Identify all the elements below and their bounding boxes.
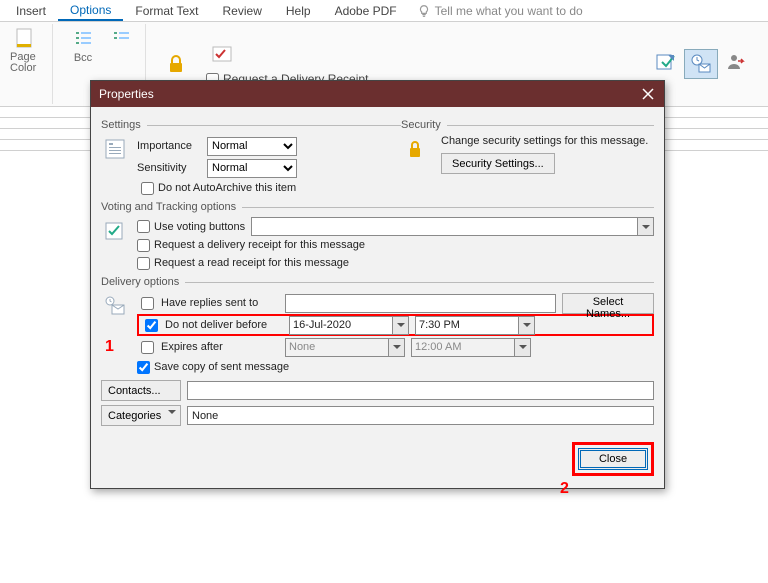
settings-icon (101, 135, 129, 163)
close-icon[interactable] (640, 86, 656, 102)
lightbulb-icon (417, 4, 431, 18)
read-receipt-checkbox[interactable]: Request a read receipt for this message (137, 254, 654, 272)
delivery-icon (101, 292, 129, 320)
categories-field[interactable]: None (187, 406, 654, 425)
from-icon (109, 26, 133, 50)
autoarchive-label: Do not AutoArchive this item (158, 182, 296, 194)
use-voting-label: Use voting buttons (154, 221, 245, 233)
categories-label: Categories (108, 410, 161, 422)
tell-me[interactable]: Tell me what you want to do (417, 4, 583, 18)
read-receipt-label: Request a read receipt for this message (154, 257, 349, 269)
tracking-icon-button[interactable] (206, 42, 238, 70)
person-arrow-icon (724, 51, 748, 75)
tab-options[interactable]: Options (58, 0, 123, 21)
sensitivity-select[interactable]: Normal (207, 159, 297, 178)
ribbon-tabs: Insert Options Format Text Review Help A… (0, 0, 768, 22)
direct-replies-button[interactable] (720, 49, 752, 79)
expires-date-combo: None (285, 338, 405, 357)
encrypt-button[interactable] (160, 50, 192, 78)
voting-legend: Voting and Tracking options (101, 201, 236, 213)
vote-icon (210, 44, 234, 68)
do-not-deliver-label: Do not deliver before (165, 319, 267, 331)
deliver-date-combo[interactable]: 16-Jul-2020 (289, 316, 409, 335)
contacts-button[interactable]: Contacts... (101, 380, 181, 401)
save-arrow-icon (654, 51, 678, 75)
save-copy-checkbox[interactable]: Save copy of sent message (137, 358, 654, 376)
voting-combo[interactable] (251, 217, 654, 236)
settings-legend: Settings (101, 119, 141, 131)
delivery-legend: Delivery options (101, 276, 179, 288)
delay-delivery-button[interactable] (684, 49, 718, 79)
voting-icon (101, 217, 129, 245)
contacts-field[interactable] (187, 381, 654, 400)
dialog-title: Properties (99, 87, 154, 101)
tab-format-text[interactable]: Format Text (123, 1, 210, 20)
lock-icon (164, 52, 188, 76)
have-replies-checkbox[interactable]: Have replies sent to (137, 294, 279, 313)
properties-dialog: Properties Settings Importance Normal (90, 80, 665, 489)
expires-checkbox[interactable]: Expires after (137, 338, 279, 357)
from-button[interactable] (105, 24, 137, 52)
have-replies-label: Have replies sent to (161, 297, 258, 309)
expires-time-combo: 12:00 AM (411, 338, 531, 357)
do-not-deliver-checkbox[interactable]: Do not deliver before (141, 316, 283, 335)
dialog-titlebar: Properties (91, 81, 664, 107)
tab-review[interactable]: Review (211, 1, 274, 20)
security-text: Change security settings for this messag… (441, 135, 648, 147)
security-legend: Security (401, 119, 441, 131)
security-icon (401, 135, 429, 163)
tab-help[interactable]: Help (274, 1, 323, 20)
save-copy-label: Save copy of sent message (154, 361, 289, 373)
importance-label: Importance (137, 140, 201, 152)
page-color-label: Page Color (10, 52, 40, 74)
autoarchive-checkbox[interactable]: Do not AutoArchive this item (141, 179, 654, 197)
annotation-1: 1 (105, 338, 114, 356)
annotation-2: 2 (560, 480, 569, 498)
page-color-icon (13, 26, 37, 50)
close-button[interactable]: Close (578, 448, 648, 470)
expires-label: Expires after (161, 341, 223, 353)
security-settings-button[interactable]: Security Settings... (441, 153, 555, 174)
use-voting-checkbox[interactable]: Use voting buttons (137, 218, 245, 236)
delivery-receipt-label: Request a delivery receipt for this mess… (154, 239, 365, 251)
select-names-button[interactable]: Select Names... (562, 293, 654, 314)
sensitivity-label: Sensitivity (137, 162, 201, 174)
bcc-icon (71, 26, 95, 50)
tell-me-label: Tell me what you want to do (435, 4, 583, 18)
tab-adobe-pdf[interactable]: Adobe PDF (323, 1, 409, 20)
categories-button[interactable]: Categories (101, 405, 181, 426)
close-highlight: Close (572, 442, 654, 476)
have-replies-input[interactable] (285, 294, 556, 313)
save-sent-button[interactable] (650, 49, 682, 79)
bcc-button[interactable]: Bcc (67, 24, 99, 66)
clock-mail-icon (689, 52, 713, 76)
deliver-time-combo[interactable]: 7:30 PM (415, 316, 535, 335)
page-color-button[interactable]: Page Color (6, 24, 44, 76)
delivery-receipt-checkbox[interactable]: Request a delivery receipt for this mess… (137, 236, 654, 254)
bcc-label: Bcc (74, 52, 92, 64)
tab-insert[interactable]: Insert (4, 1, 58, 20)
chevron-down-icon (168, 410, 176, 414)
importance-select[interactable]: Normal (207, 137, 297, 156)
